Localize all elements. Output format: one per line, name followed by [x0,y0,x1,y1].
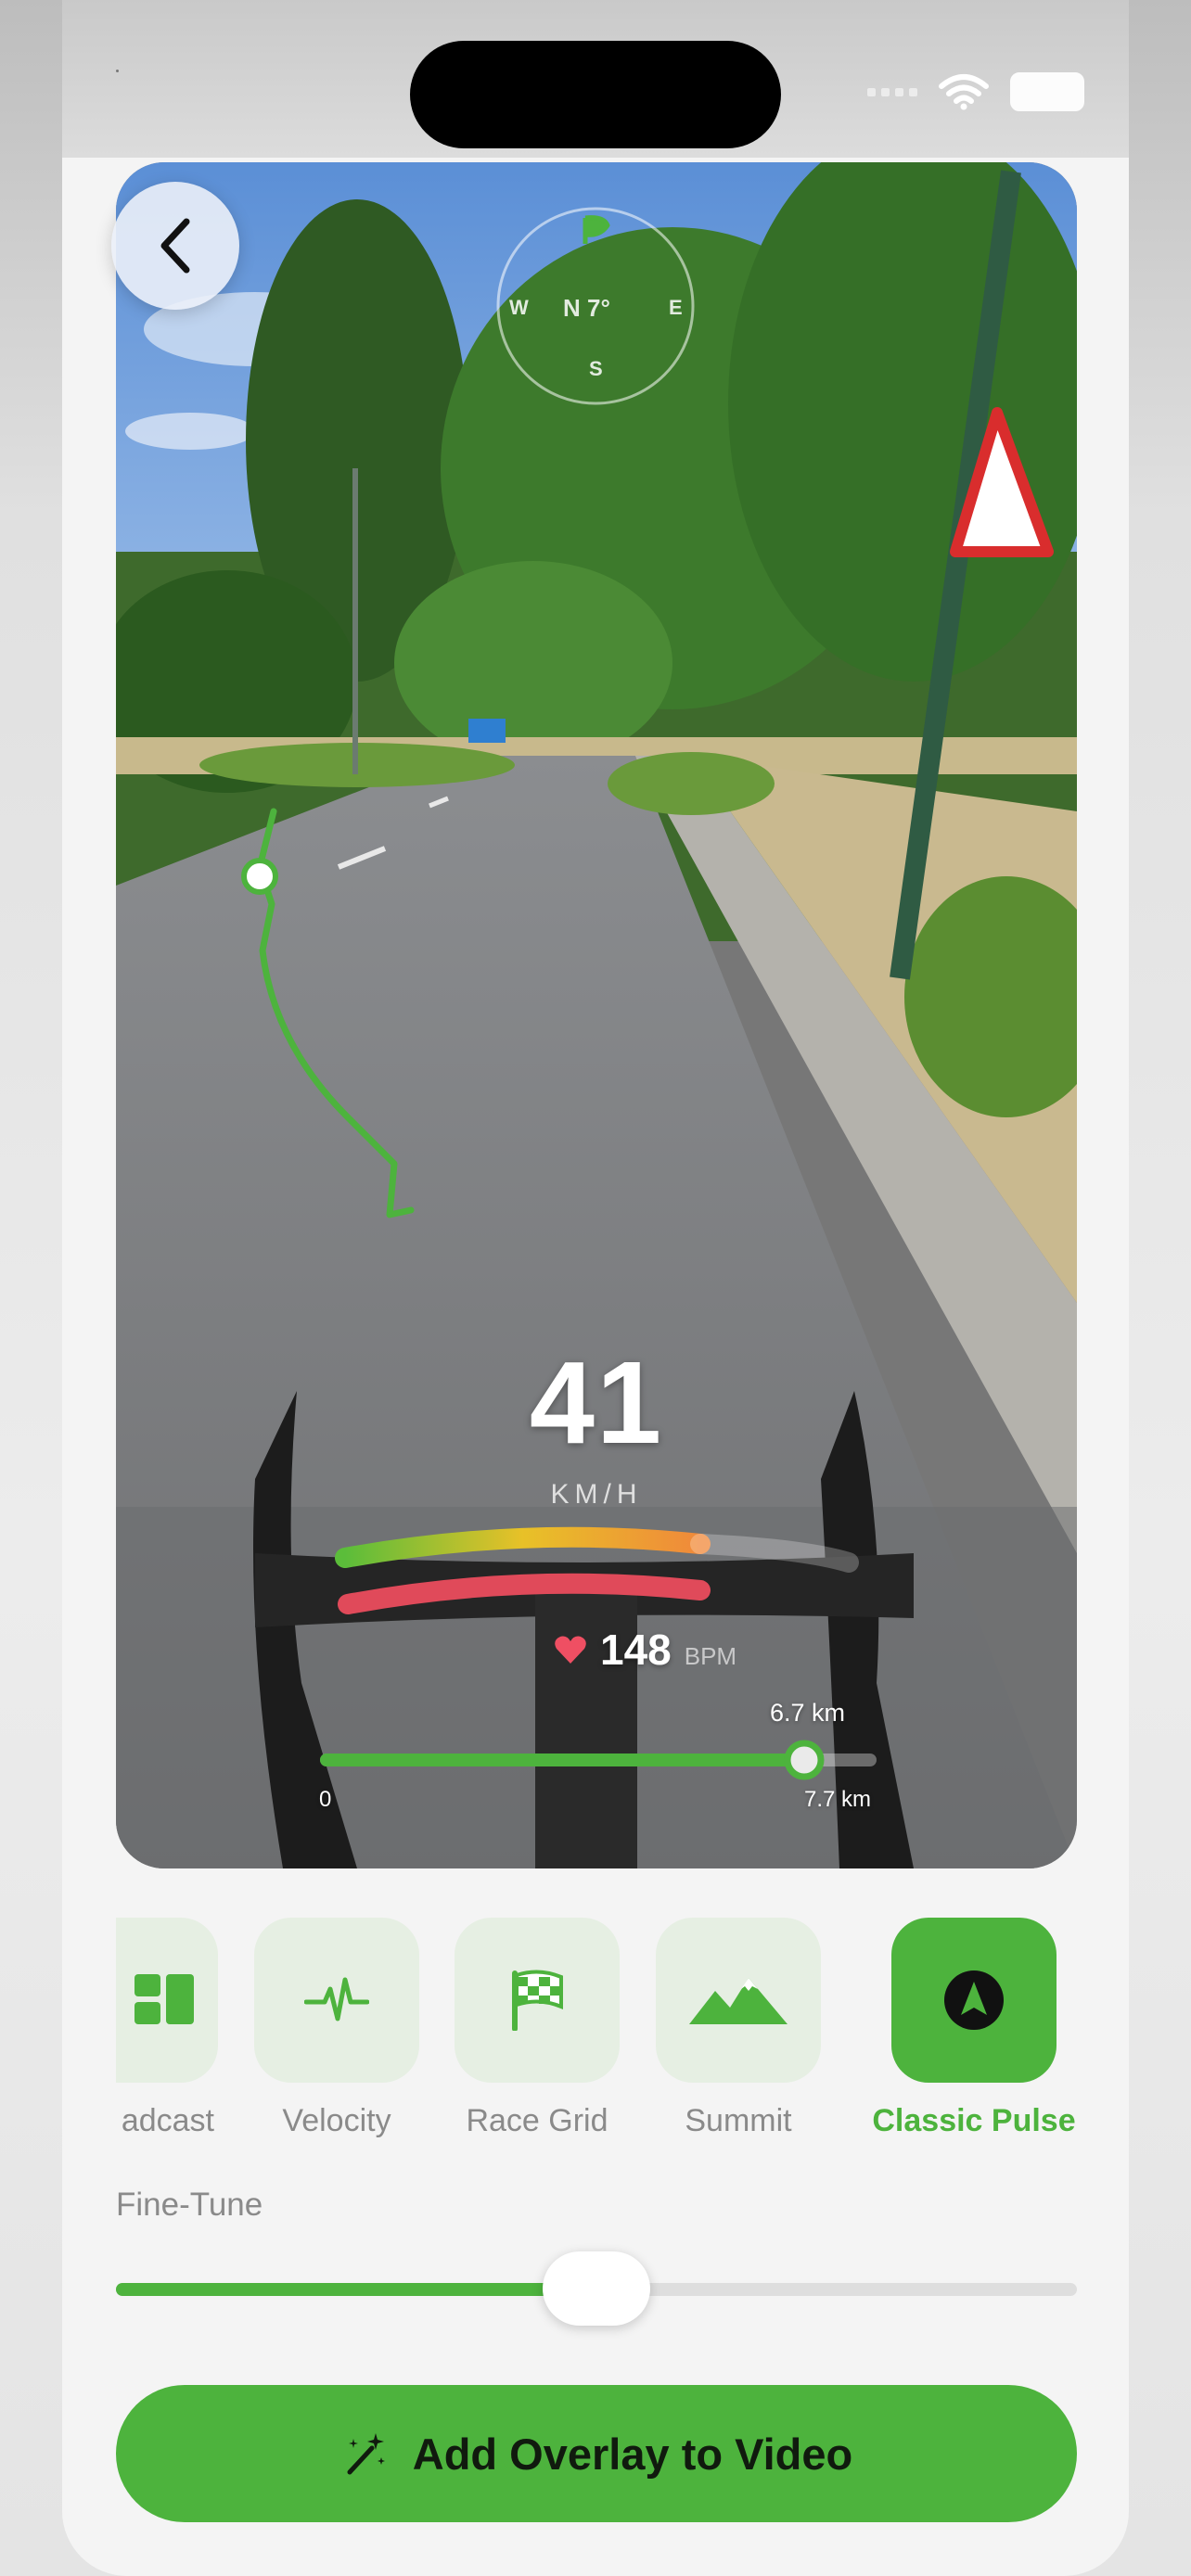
distance-progress-marker [784,1740,825,1780]
overlay-hud [241,207,877,1780]
style-option-velocity[interactable]: Velocity [253,1918,420,2139]
add-overlay-label: Add Overlay to Video [412,2429,853,2479]
distance-current: 6.7 km [770,1699,846,1727]
style-label: adcast [121,2103,214,2138]
style-option-race-grid[interactable]: Race Grid [454,1918,621,2139]
style-option-classic-pulse[interactable]: Classic Pulse [858,1918,1077,2139]
style-label: Race Grid [466,2103,608,2138]
cellular-signal-icon [867,87,917,96]
fine-tune-fill [116,2283,596,2296]
style-label: Summit [685,2103,792,2138]
speed-gauge-track [690,1534,859,1573]
compass-west: W [509,296,529,319]
heart-rate-value: 148 [600,1626,672,1674]
phone-screen: N 7° W E S 41 KM/H 148 BPM 6.7 km 0 7.7 … [62,0,1129,2576]
add-overlay-button[interactable]: Add Overlay to Video [116,2385,1077,2522]
fine-tune-thumb[interactable] [543,2251,650,2326]
dynamic-island [410,41,781,148]
distance-total: 7.7 km [804,1787,872,1812]
style-option-summit[interactable]: Summit [655,1918,822,2139]
pulse-line-icon [304,1977,369,2021]
fine-tune-slider[interactable] [116,2251,1077,2326]
checkered-flag-icon [512,1970,563,2031]
chevron-left-icon [160,218,190,274]
distance-start: 0 [319,1787,332,1812]
heart-icon [555,1636,586,1664]
broadcast-grid-icon [134,1974,194,2024]
distance-progress-fill [320,1753,804,1766]
heart-rate-unit: BPM [684,1642,737,1670]
compass-east: E [669,296,683,319]
compass-south: S [589,357,603,380]
mountains-icon [689,1978,788,2024]
back-button[interactable] [111,182,239,310]
speed-unit: KM/H [550,1479,643,1510]
camera-dot [116,70,119,72]
video-preview: N 7° W E S 41 KM/H 148 BPM 6.7 km 0 7.7 … [116,162,1077,1868]
route-trace [256,808,415,1218]
wifi-icon [939,74,989,110]
navigation-arrow-icon [944,1970,1004,2030]
speed-value: 41 [529,1337,664,1468]
overlay-style-picker: adcast Velocity Race Grid Summit Classic… [116,1918,1077,2149]
battery-icon [1010,72,1084,111]
heart-rate-arc [338,1573,711,1614]
style-option-broadcast[interactable]: adcast [116,1918,218,2139]
speed-gauge-arc [335,1526,711,1568]
magic-wand-icon [347,2433,385,2475]
compass-heading: N 7° [563,294,610,322]
fine-tune-label: Fine-Tune [116,2187,263,2223]
route-position-marker [241,858,278,895]
style-label: Classic Pulse [872,2103,1076,2138]
status-bar [867,72,1084,111]
heart-rate-readout: 148 BPM [554,1625,736,1675]
style-label: Velocity [282,2103,391,2138]
